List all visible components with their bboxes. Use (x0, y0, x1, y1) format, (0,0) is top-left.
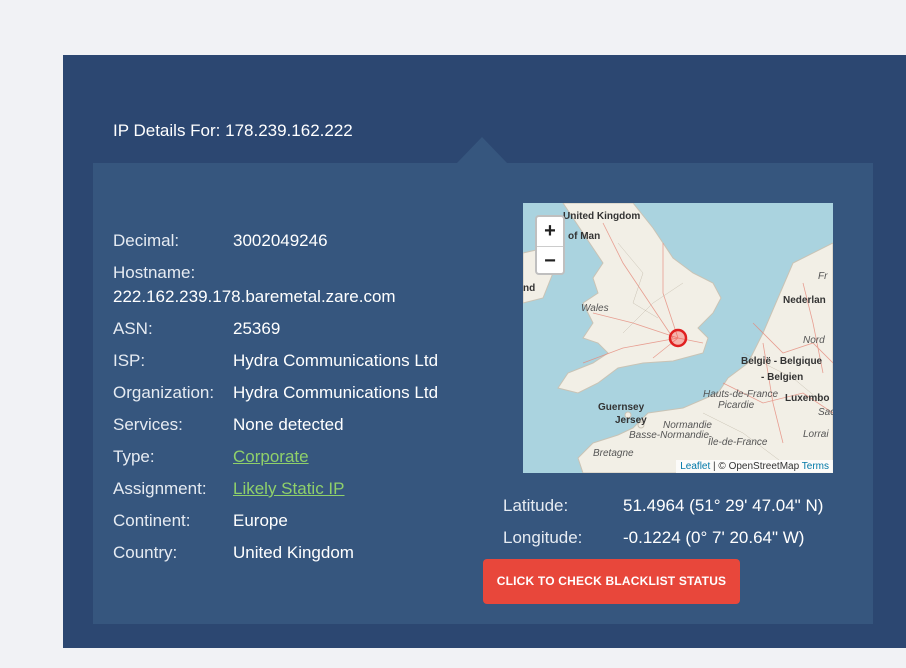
organization-label: Organization: (113, 383, 215, 402)
location-map[interactable]: United Kingdom of Man nd Wales Nederlan … (523, 203, 833, 473)
assignment-link[interactable]: Likely Static IP (233, 479, 345, 499)
location-marker (668, 328, 688, 348)
continent-label: Continent: (113, 511, 191, 530)
map-label-united-kingdom: United Kingdom (563, 211, 641, 222)
decimal-value: 3002049246 (233, 231, 328, 250)
map-attribution: Leaflet | © OpenStreetMap Terms (676, 460, 833, 473)
map-label-hauts-de-france: Hauts-de-France (703, 389, 779, 400)
longitude-value: -0.1224 (0° 7' 20.64" W) (623, 528, 805, 547)
map-label-basse-normandie: Basse-Normandie (629, 430, 710, 441)
map-label-wales: Wales (581, 303, 609, 314)
latitude-value: 51.4964 (51° 29' 47.04" N) (623, 496, 824, 515)
map-label-lorraine: Lorrai (803, 429, 829, 440)
country-label: Country: (113, 543, 178, 562)
country-value: United Kingdom (233, 543, 354, 562)
map-label-nd: nd (523, 283, 536, 294)
terms-link[interactable]: Terms (802, 461, 829, 472)
longitude-label: Longitude: (503, 528, 583, 547)
services-label: Services: (113, 415, 183, 434)
check-blacklist-button[interactable]: CLICK TO CHECK BLACKLIST STATUS (483, 559, 740, 604)
map-label-luxembourg: Luxembo (785, 393, 830, 404)
map-label-belgie: België - Belgique (741, 356, 823, 367)
continent-value: Europe (233, 511, 288, 530)
zoom-out-button[interactable]: − (537, 247, 563, 276)
type-label: Type: (113, 447, 155, 466)
map-label-picardie: Picardie (718, 400, 755, 411)
isp-value: Hydra Communications Ltd (233, 351, 439, 370)
decimal-label: Decimal: (113, 231, 180, 250)
isp-label: ISP: (113, 351, 146, 370)
zoom-in-button[interactable]: + (537, 217, 563, 247)
map-label-jersey: Jersey (615, 415, 647, 426)
map-label-nederland: Nederlan (783, 295, 826, 306)
hostname-value: 222.162.239.178.baremetal.zare.com (113, 287, 396, 306)
map-label-ile-de-france: Île-de-France (708, 437, 768, 448)
panel-title: IP Details For: 178.239.162.222 (113, 121, 353, 140)
map-zoom-control: + − (535, 215, 565, 275)
panel-notch (457, 137, 507, 163)
map-label-bretagne: Bretagne (593, 448, 634, 459)
asn-value: 25369 (233, 319, 281, 338)
map-label-fr: Fr (818, 271, 828, 282)
services-value: None detected (233, 415, 344, 434)
type-link[interactable]: Corporate (233, 447, 309, 467)
attribution-text: | © OpenStreetMap (710, 461, 802, 472)
asn-label: ASN: (113, 319, 153, 338)
map-label-isle-of-man: of Man (568, 231, 601, 242)
hostname-label: Hostname: (113, 263, 196, 282)
map-label-guernsey: Guernsey (598, 402, 645, 413)
organization-value: Hydra Communications Ltd (233, 383, 439, 402)
details-card: Decimal: 3002049246 Hostname: 222.162.23… (93, 163, 873, 624)
ip-details-panel: IP Details For: 178.239.162.222 Decimal:… (63, 55, 906, 648)
assignment-label: Assignment: (113, 479, 207, 498)
map-label-sac: Sac (818, 407, 833, 418)
leaflet-link[interactable]: Leaflet (680, 461, 710, 472)
map-label-belgien: - Belgien (761, 372, 804, 383)
latitude-label: Latitude: (503, 496, 569, 515)
map-label-nord: Nord (803, 335, 825, 346)
